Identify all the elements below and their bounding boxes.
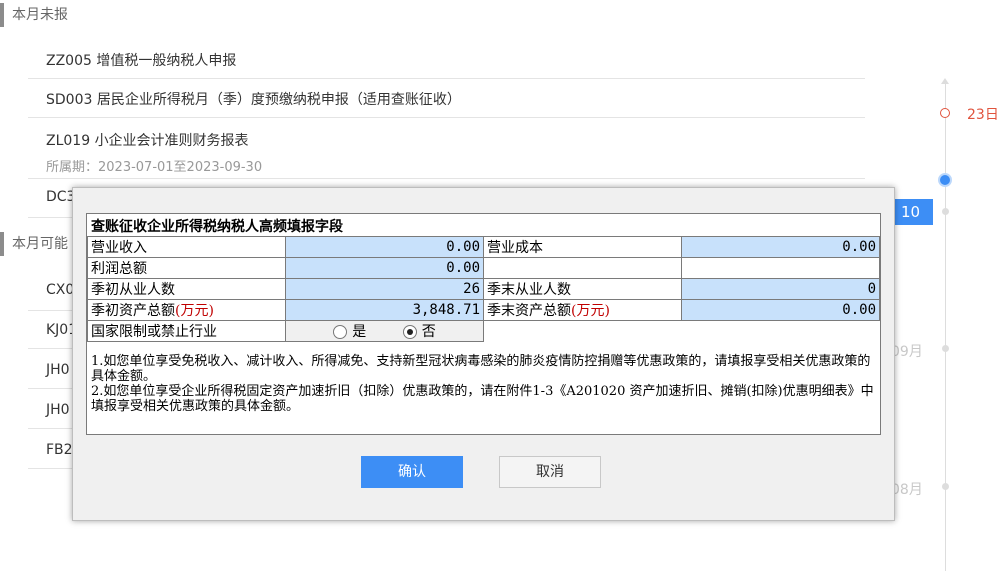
timeline-month-label[interactable]: 09月 — [891, 341, 923, 361]
radio-yes-label[interactable]: 是 — [352, 324, 366, 340]
timeline-month-label[interactable]: 08月 — [891, 479, 923, 499]
tax-fields-dialog: 查账征收企业所得税纳税人高频填报字段 营业收入 0.00 营业成本 0.00 利… — [72, 187, 895, 521]
total-profit-input[interactable]: 0.00 — [285, 257, 484, 279]
field-label-text: 季初资产总额 — [91, 303, 175, 319]
field-label: 国家限制或禁止行业 — [87, 320, 286, 342]
timeline-line — [945, 82, 946, 571]
table-row: 利润总额 0.00 — [87, 257, 880, 279]
task-item[interactable]: SD003 居民企业所得税月（季）度预缴纳税申报（适用查账征收） — [28, 79, 865, 118]
table-row: 营业收入 0.00 营业成本 0.00 — [87, 236, 880, 258]
revenue-input[interactable]: 0.00 — [285, 236, 484, 258]
timeline-dot — [942, 208, 949, 215]
empty-cell — [483, 257, 682, 279]
timeline-dot — [942, 483, 949, 490]
empty-cell — [681, 257, 880, 279]
note-2: 2.如您单位享受企业所得税固定资产加速折旧（扣除）优惠政策的，请在附件1-3《A… — [91, 384, 874, 414]
empty-cell — [483, 320, 880, 342]
field-label: 季初资产总额(万元) — [87, 299, 286, 321]
unit-label: (万元) — [175, 303, 214, 319]
section-optional: 本月可能 — [0, 232, 68, 256]
timeline-day-label: 23日 — [967, 107, 999, 123]
timeline-month-badge[interactable]: 10 — [891, 199, 933, 225]
cancel-button[interactable]: 取消 — [499, 456, 601, 488]
start-assets-input[interactable]: 3,848.71 — [285, 299, 484, 321]
task-title[interactable]: ZZ005 增值税一般纳税人申报 — [46, 50, 236, 70]
task-item[interactable]: ZZ005 增值税一般纳税人申报 — [28, 40, 865, 79]
task-title[interactable]: ZL019 小企业会计准则财务报表 — [46, 130, 249, 150]
confirm-button[interactable]: 确认 — [361, 456, 463, 488]
clock-icon — [940, 108, 950, 118]
cost-input[interactable]: 0.00 — [681, 236, 880, 258]
form-title: 查账征收企业所得税纳税人高频填报字段 — [91, 219, 343, 235]
tax-fields-form: 查账征收企业所得税纳税人高频填报字段 营业收入 0.00 营业成本 0.00 利… — [86, 213, 881, 435]
timeline-dot — [942, 345, 949, 352]
task-period: 所属期：2023-07-01至2023-09-30 — [46, 160, 263, 175]
end-employees-input[interactable]: 0 — [681, 278, 880, 300]
table-row: 季初资产总额(万元) 3,848.71 季末资产总额(万元) 0.00 — [87, 299, 880, 321]
radio-yes[interactable] — [333, 325, 348, 339]
timeline-arrow-icon — [941, 78, 949, 84]
field-label: 季末资产总额(万元) — [483, 299, 682, 321]
end-assets-input[interactable]: 0.00 — [681, 299, 880, 321]
field-label: 营业收入 — [87, 236, 286, 258]
field-label-text: 季末资产总额 — [487, 303, 571, 319]
timeline-active-dot — [938, 173, 952, 187]
field-label: 营业成本 — [483, 236, 682, 258]
field-label: 利润总额 — [87, 257, 286, 279]
radio-no-label[interactable]: 否 — [422, 324, 436, 340]
section-unreported: 本月未报 — [0, 3, 68, 27]
restricted-industry-radio-group: 是 否 — [285, 320, 484, 342]
radio-no[interactable] — [402, 325, 417, 339]
tax-fields-table: 营业收入 0.00 营业成本 0.00 利润总额 0.00 季初从业人数 26 … — [87, 236, 880, 342]
note-1: 1.如您单位享受免税收入、减计收入、所得减免、支持新型冠状病毒感染的肺炎疫情防控… — [91, 354, 871, 384]
unit-label: (万元) — [571, 303, 610, 319]
task-title[interactable]: SD003 居民企业所得税月（季）度预缴纳税申报（适用查账征收） — [46, 89, 461, 109]
table-row: 季初从业人数 26 季末从业人数 0 — [87, 278, 880, 300]
notes: 1.如您单位享受免税收入、减计收入、所得减免、支持新型冠状病毒感染的肺炎疫情防控… — [91, 354, 875, 414]
start-employees-input[interactable]: 26 — [285, 278, 484, 300]
field-label: 季初从业人数 — [87, 278, 286, 300]
table-row: 国家限制或禁止行业 是 否 — [87, 320, 880, 342]
task-item[interactable]: ZL019 小企业会计准则财务报表 所属期：2023-07-01至2023-09… — [28, 118, 865, 179]
field-label: 季末从业人数 — [483, 278, 682, 300]
